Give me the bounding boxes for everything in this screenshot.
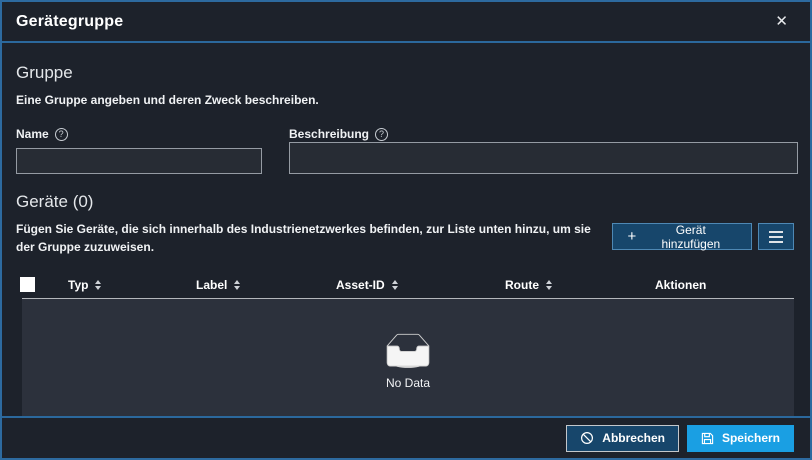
cancel-button[interactable]: Abbrechen [566, 425, 679, 452]
description-input[interactable] [289, 142, 798, 174]
column-header-typ[interactable]: Typ [68, 278, 196, 292]
device-group-dialog: Gerätegruppe ✕ Gruppe Eine Gruppe angebe… [0, 0, 812, 460]
description-field-label: Beschreibung ? [289, 126, 798, 142]
column-header-route[interactable]: Route [505, 278, 655, 292]
group-fields-row: Name ? Beschreibung ? [16, 126, 794, 174]
close-button[interactable]: ✕ [769, 10, 794, 33]
hamburger-icon [769, 231, 783, 233]
devices-section-description: Fügen Sie Geräte, die sich innerhalb des… [16, 220, 612, 256]
dialog-footer: Abbrechen Speichern [2, 416, 810, 458]
devices-table-header: Typ Label Asset-ID Route Aktionen [16, 271, 794, 298]
cancel-button-label: Abbrechen [602, 431, 665, 445]
sort-icon[interactable] [392, 280, 398, 290]
sort-icon[interactable] [234, 280, 240, 290]
name-field-group: Name ? [16, 126, 262, 174]
plus-icon: + [628, 229, 637, 244]
name-field-label: Name ? [16, 126, 262, 142]
prohibition-icon [580, 431, 594, 445]
dialog-content: Gruppe Eine Gruppe angeben und deren Zwe… [2, 43, 810, 416]
close-icon: ✕ [775, 13, 788, 30]
save-button-label: Speichern [722, 431, 780, 445]
add-device-button[interactable]: + Gerät hinzufügen [612, 223, 753, 250]
group-section-heading: Gruppe [16, 63, 794, 83]
add-device-button-label: Gerät hinzufügen [645, 223, 736, 251]
select-all-checkbox[interactable] [20, 277, 35, 292]
devices-buttons: + Gerät hinzufügen [612, 223, 794, 250]
devices-header-row: Fügen Sie Geräte, die sich innerhalb des… [16, 220, 794, 256]
save-button[interactable]: Speichern [687, 425, 794, 452]
name-input[interactable] [16, 148, 262, 174]
empty-box-icon [379, 333, 437, 371]
description-field-group: Beschreibung ? [289, 126, 798, 174]
select-all-cell [16, 277, 68, 292]
devices-table: Typ Label Asset-ID Route Aktionen [16, 271, 794, 416]
sort-icon[interactable] [546, 280, 552, 290]
column-header-asset-id[interactable]: Asset-ID [336, 278, 505, 292]
column-header-aktionen: Aktionen [655, 278, 794, 292]
column-header-label[interactable]: Label [196, 278, 336, 292]
table-options-button[interactable] [758, 223, 794, 250]
dialog-titlebar: Gerätegruppe ✕ [2, 2, 810, 43]
save-floppy-icon [701, 432, 714, 445]
sort-icon[interactable] [95, 280, 101, 290]
dialog-title: Gerätegruppe [16, 13, 123, 31]
no-data-label: No Data [386, 376, 430, 390]
group-section-description: Eine Gruppe angeben und deren Zweck besc… [16, 91, 794, 109]
description-help-icon[interactable]: ? [375, 128, 388, 141]
devices-table-empty-state: No Data [22, 298, 794, 416]
devices-section-heading: Geräte (0) [16, 192, 794, 212]
name-help-icon[interactable]: ? [55, 128, 68, 141]
